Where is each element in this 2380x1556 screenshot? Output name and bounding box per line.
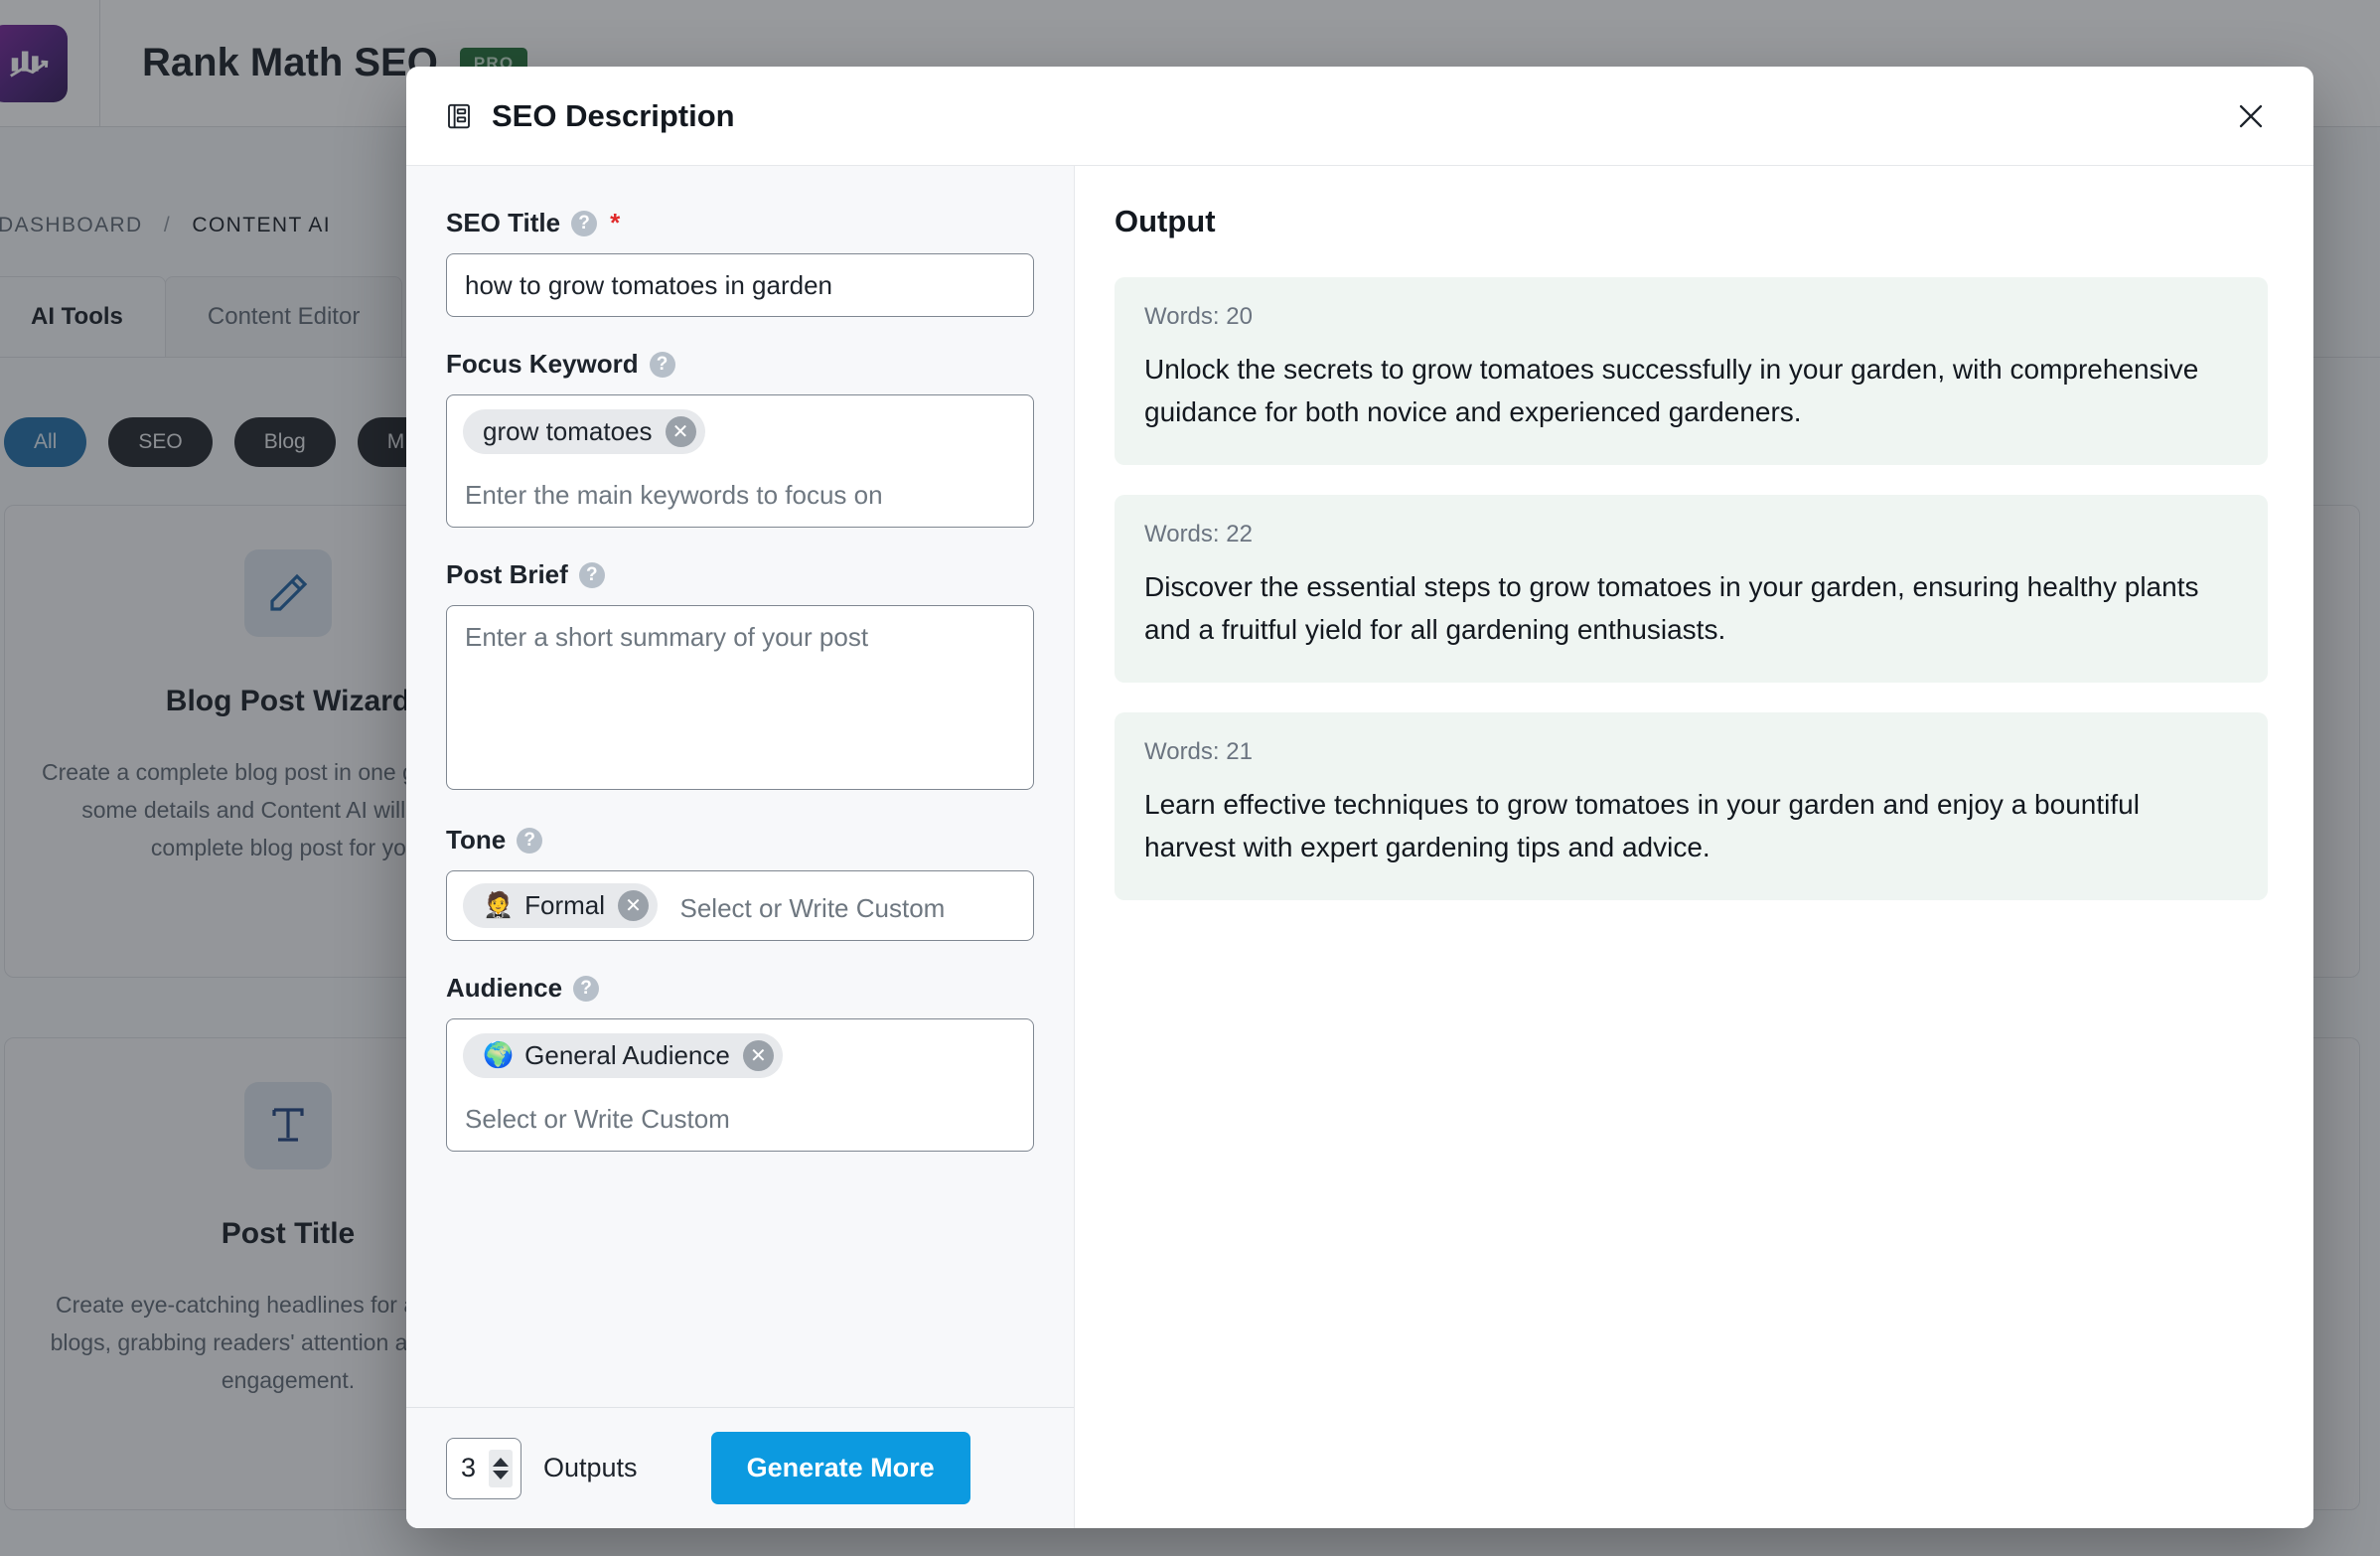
tone-chip-label: Formal <box>524 890 606 920</box>
word-count-badge: Words: 20 <box>1144 303 1253 330</box>
document-list-icon <box>444 101 474 131</box>
outputs-stepper[interactable]: 3 <box>446 1437 521 1499</box>
field-seo-title: SEO Title ? * <box>446 208 1034 317</box>
close-icon[interactable]: ✕ <box>742 1040 774 1071</box>
tone-label-text: Tone <box>446 825 507 855</box>
tone-label: Tone ? <box>446 825 1034 856</box>
close-icon[interactable]: ✕ <box>665 416 696 447</box>
tone-chip[interactable]: 🤵 Formal ✕ <box>463 883 659 928</box>
post-brief-label: Post Brief ? <box>446 559 1034 590</box>
field-audience: Audience ? 🌍 General Audience ✕ Select o… <box>446 973 1034 1152</box>
globe-emoji-icon: 🌍 <box>483 1041 515 1069</box>
output-result-card[interactable]: Words: 20 Unlock the secrets to grow tom… <box>1115 277 2268 466</box>
post-brief-textarea[interactable] <box>446 605 1034 790</box>
question-mark-icon[interactable]: ? <box>578 561 605 588</box>
form-column: SEO Title ? * Focus Keyword ? grow tomat… <box>406 166 1075 1528</box>
word-count-badge: Words: 22 <box>1144 521 1253 548</box>
audience-placeholder: Select or Write Custom <box>465 1104 730 1134</box>
field-tone: Tone ? 🤵 Formal ✕ Select or Write Custom <box>446 825 1034 941</box>
close-icon[interactable] <box>2224 89 2278 143</box>
output-result-card[interactable]: Words: 21 Learn effective techniques to … <box>1115 712 2268 901</box>
question-mark-icon[interactable]: ? <box>573 975 600 1002</box>
form-footer: 3 Outputs Generate More <box>406 1407 1074 1528</box>
stepper-arrows-icon[interactable] <box>489 1449 513 1487</box>
generate-more-button[interactable]: Generate More <box>710 1432 970 1504</box>
modal-title: SEO Description <box>492 97 735 133</box>
tone-tag-box[interactable]: 🤵 Formal ✕ Select or Write Custom <box>446 870 1034 941</box>
output-result-text: Learn effective techniques to grow tomat… <box>1144 789 2140 862</box>
focus-keyword-label: Focus Keyword ? <box>446 349 1034 380</box>
seo-title-label-text: SEO Title <box>446 208 561 237</box>
keyword-chip[interactable]: grow tomatoes ✕ <box>463 409 705 454</box>
required-marker: * <box>610 208 621 237</box>
audience-tag-box[interactable]: 🌍 General Audience ✕ Select or Write Cus… <box>446 1018 1034 1152</box>
output-heading: Output <box>1115 204 1216 238</box>
field-focus-keyword: Focus Keyword ? grow tomatoes ✕ Enter th… <box>446 349 1034 528</box>
seo-title-input[interactable] <box>446 253 1034 317</box>
seo-title-label: SEO Title ? * <box>446 208 1034 238</box>
field-post-brief: Post Brief ? <box>446 559 1034 795</box>
audience-chip[interactable]: 🌍 General Audience ✕ <box>463 1033 783 1078</box>
keyword-chip-label: grow tomatoes <box>483 416 653 446</box>
focus-keyword-placeholder: Enter the main keywords to focus on <box>465 480 883 510</box>
seo-description-modal: SEO Description SEO Title ? * how to gro… <box>406 67 2313 1528</box>
form-scroll-area[interactable]: SEO Title ? * Focus Keyword ? grow tomat… <box>406 166 1074 1407</box>
outputs-label: Outputs <box>543 1453 638 1482</box>
close-icon[interactable]: ✕ <box>618 890 650 921</box>
audience-label-text: Audience <box>446 973 563 1003</box>
output-column: Output Words: 20 Unlock the secrets to g… <box>1075 166 2313 1528</box>
question-mark-icon[interactable]: ? <box>517 827 543 854</box>
outputs-value: 3 <box>461 1453 477 1482</box>
output-result-text: Unlock the secrets to grow tomatoes succ… <box>1144 354 2199 427</box>
modal-header: SEO Description <box>406 67 2313 166</box>
audience-label: Audience ? <box>446 973 1034 1004</box>
post-brief-label-text: Post Brief <box>446 559 568 589</box>
focus-keyword-tag-box[interactable]: grow tomatoes ✕ Enter the main keywords … <box>446 394 1034 528</box>
word-count-badge: Words: 21 <box>1144 738 1253 766</box>
question-mark-icon[interactable]: ? <box>571 210 598 236</box>
formal-emoji-icon: 🤵 <box>483 891 515 919</box>
output-result-card[interactable]: Words: 22 Discover the essential steps t… <box>1115 495 2268 684</box>
modal-body: SEO Title ? * Focus Keyword ? grow tomat… <box>406 166 2313 1528</box>
audience-chip-label: General Audience <box>524 1040 730 1070</box>
question-mark-icon[interactable]: ? <box>649 351 675 378</box>
output-result-text: Discover the essential steps to grow tom… <box>1144 571 2199 645</box>
focus-keyword-label-text: Focus Keyword <box>446 349 639 379</box>
tone-placeholder: Select or Write Custom <box>679 893 946 924</box>
